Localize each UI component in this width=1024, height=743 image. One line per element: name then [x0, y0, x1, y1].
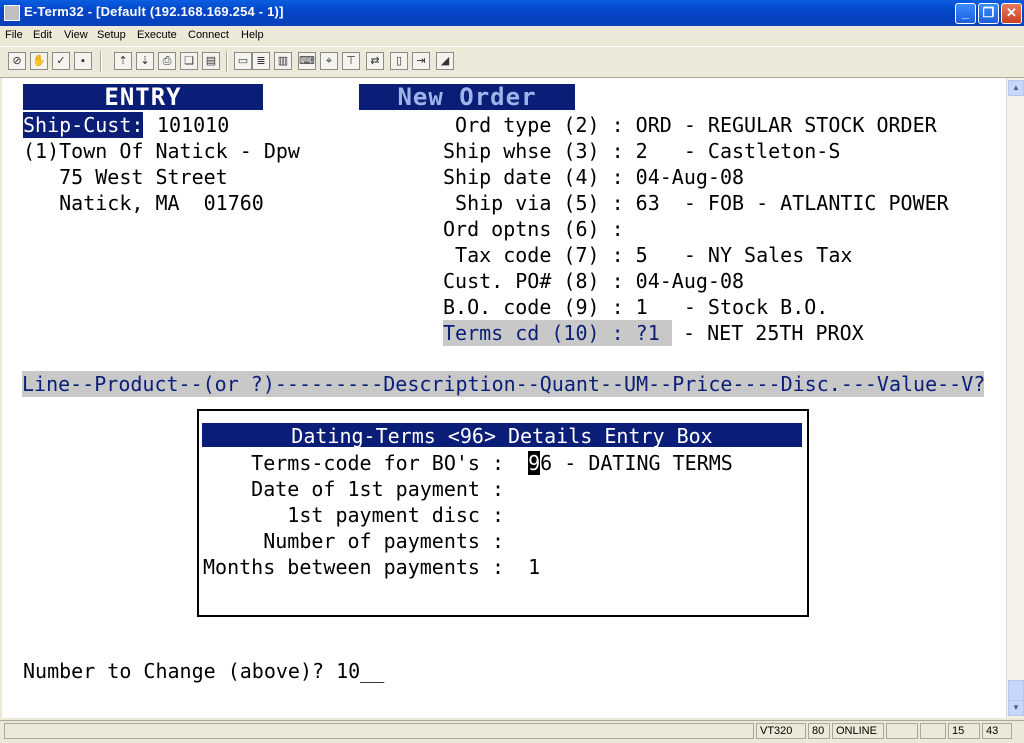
target-icon[interactable]: ⌖	[320, 52, 338, 70]
menu-bar: File Edit View Setup Execute Connect Hel…	[0, 26, 1024, 45]
dialog-row-label: Terms-code for BO's :	[203, 451, 505, 475]
print-icon[interactable]: ⎙	[158, 52, 176, 70]
dialog-row-value: 1	[528, 555, 541, 579]
transfer-icon[interactable]: ⇄	[366, 52, 384, 70]
paste-icon[interactable]: ▤	[202, 52, 220, 70]
dialog-row-label: Date of 1st payment :	[203, 477, 505, 501]
hand-icon[interactable]: ✋	[30, 52, 48, 70]
status-message-panel	[4, 723, 754, 739]
minimize-button[interactable]: _	[955, 3, 976, 24]
status-columns: 80	[808, 723, 830, 739]
address-line-1: (1)Town Of Natick - Dpw	[23, 139, 300, 163]
status-online: ONLINE	[832, 723, 884, 739]
copy-icon[interactable]: ❏	[180, 52, 198, 70]
dialog-row-label: Number of payments :	[203, 529, 505, 553]
document-icon[interactable]: ≣	[252, 52, 270, 70]
status-bar: VT320 80 ONLINE 15 43	[0, 720, 1024, 743]
field-terms-cd: Terms cd (10) : ?1	[443, 320, 672, 346]
field-bo-code: B.O. code (9) : 1 - Stock B.O.	[443, 295, 829, 319]
window-title: E-Term32 - [Default (192.168.169.254 - 1…	[24, 4, 284, 19]
field-tax-code: Tax code (7) : 5 - NY Sales Tax	[443, 243, 853, 267]
new-order-banner: New Order	[359, 84, 575, 110]
scroll-up-arrow-icon[interactable]: ▲	[1008, 80, 1024, 96]
menu-help[interactable]: Help	[241, 29, 264, 41]
upload-icon[interactable]: ⇡	[114, 52, 132, 70]
line-column-header: Line--Product--(or ?)---------Descriptio…	[22, 371, 986, 397]
disabled-tool-icon[interactable]: ▪	[74, 52, 92, 70]
page-icon[interactable]: ▭	[234, 52, 252, 70]
field-ord-type: Ord type (2) : ORD - REGULAR STOCK ORDER	[443, 113, 937, 137]
address-line-3: Natick, MA 01760	[23, 191, 264, 215]
tree-icon[interactable]: ⊤	[342, 52, 360, 70]
title-bar: E-Term32 - [Default (192.168.169.254 - 1…	[0, 0, 1024, 26]
scroll-down-arrow-icon[interactable]: ▼	[1008, 700, 1024, 716]
resize-icon[interactable]: ◢	[436, 52, 454, 70]
field-ship-date: Ship date (4) : 04-Aug-08	[443, 165, 745, 189]
menu-setup[interactable]: Setup	[97, 29, 126, 41]
field-terms-desc: - NET 25TH PROX	[671, 321, 864, 345]
menu-file[interactable]: File	[5, 29, 23, 41]
status-blank-panel	[886, 723, 918, 739]
terminal-screen[interactable]: ENTRY New Order Ship-Cust: 101010 (1)Tow…	[2, 78, 1006, 718]
status-emulation: VT320	[756, 723, 806, 739]
menu-connect[interactable]: Connect	[188, 29, 229, 41]
status-blank-panel-2	[920, 723, 946, 739]
dialog-row-number-of-payments[interactable]: Number of payments :	[203, 528, 504, 554]
download-icon[interactable]: ⇣	[136, 52, 154, 70]
menu-execute[interactable]: Execute	[137, 29, 177, 41]
close-button[interactable]: ✕	[1001, 3, 1022, 24]
change-prompt[interactable]: Number to Change (above)? 10__	[23, 658, 384, 684]
disconnect-icon[interactable]: ⊘	[8, 52, 26, 70]
field-ship-whse: Ship whse (3) : 2 - Castleton-S	[443, 139, 841, 163]
toolbar-separator	[100, 51, 102, 72]
file-icon[interactable]: ▯	[390, 52, 408, 70]
dialog-title: Dating-Terms <96> Details Entry Box	[202, 423, 802, 448]
field-ord-optns: Ord optns (6) :	[443, 217, 624, 241]
dialog-row-first-payment-disc[interactable]: 1st payment disc :	[203, 502, 504, 528]
text-cursor: 9	[528, 451, 541, 475]
toolbar: ⊘ ✋ ✓ ▪ ⇡ ⇣ ⎙ ❏ ▤ ▭ ≣ ▥ ⌨ ⌖ ⊤ ⇄ ▯ ⇥ ◢	[0, 46, 1024, 78]
menu-edit[interactable]: Edit	[33, 29, 52, 41]
app-icon	[4, 5, 20, 21]
vertical-scrollbar[interactable]: ▲ ▼	[1006, 78, 1024, 718]
field-cust-po: Cust. PO# (8) : 04-Aug-08	[443, 269, 745, 293]
dialog-row-label: 1st payment disc :	[203, 503, 505, 527]
exit-icon[interactable]: ⇥	[412, 52, 430, 70]
entry-banner: ENTRY	[23, 84, 263, 110]
menu-view[interactable]: View	[64, 29, 88, 41]
address-line-2: 75 West Street	[23, 165, 228, 189]
dialog-row-terms-code[interactable]: Terms-code for BO's : 96 - DATING TERMS	[203, 450, 733, 476]
columns-icon[interactable]: ▥	[274, 52, 292, 70]
toolbar-separator	[226, 51, 228, 72]
dialog-row-value: 6 - DATING TERMS	[540, 451, 733, 475]
dialog-row-date-first-payment[interactable]: Date of 1st payment :	[203, 476, 504, 502]
ship-cust-label: Ship-Cust:	[23, 112, 144, 138]
ship-cust-value: 101010	[157, 113, 230, 137]
scroll-thumb[interactable]	[1008, 680, 1024, 702]
dialog-row-months-between[interactable]: Months between payments : 1	[203, 554, 540, 580]
status-row: 15	[948, 723, 980, 739]
field-ship-via: Ship via (5) : 63 - FOB - ATLANTIC POWER	[443, 191, 949, 215]
keyboard-icon[interactable]: ⌨	[298, 52, 316, 70]
restore-button[interactable]: ❐	[978, 3, 999, 24]
connect-icon[interactable]: ✓	[52, 52, 70, 70]
dialog-row-label: Months between payments :	[203, 555, 505, 579]
status-col: 43	[982, 723, 1012, 739]
